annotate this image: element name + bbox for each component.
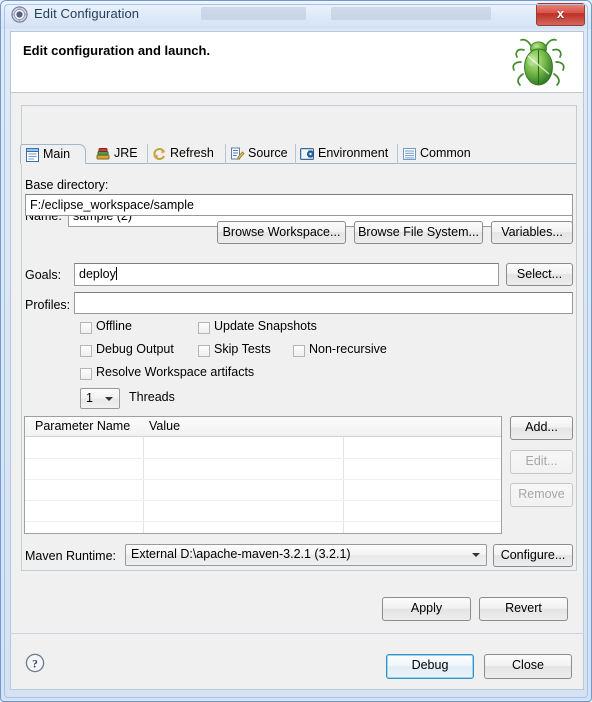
threads-label: Threads (129, 390, 175, 404)
text-caret (115, 267, 117, 280)
close-window-button[interactable]: x (536, 3, 585, 26)
svg-text:?: ? (32, 658, 38, 670)
resolve-workspace-artifacts-checkbox[interactable] (80, 368, 92, 380)
tab-common-label: Common (420, 146, 471, 160)
threads-value: 1 (86, 391, 93, 405)
threads-select[interactable]: 1 (80, 388, 120, 409)
environment-icon (300, 147, 315, 161)
goals-label: Goals: (25, 268, 62, 282)
update-snapshots-checkbox[interactable] (198, 322, 210, 334)
skip-tests-checkbox[interactable] (198, 345, 210, 357)
offline-checkbox[interactable] (80, 322, 92, 334)
edit-configuration-dialog: Edit Configuration x Edit configuration … (0, 0, 592, 702)
row-divider (25, 500, 501, 501)
tab-jre-label: JRE (114, 146, 138, 160)
dialog-header: Edit configuration and launch. (10, 31, 584, 93)
source-icon (230, 147, 245, 161)
tab-jre[interactable]: JRE (92, 144, 148, 164)
non-recursive-checkbox[interactable] (293, 345, 305, 357)
window-title: Edit Configuration (34, 6, 140, 21)
tab-environment[interactable]: Environment (296, 144, 398, 164)
revert-button[interactable]: Revert (479, 597, 568, 621)
jre-icon (96, 147, 111, 161)
row-divider (25, 458, 501, 459)
background-window-ghost (201, 7, 306, 20)
tab-common[interactable]: Common (398, 144, 476, 164)
select-goals-button[interactable]: Select... (506, 263, 573, 286)
green-bug-icon (509, 34, 567, 92)
header-title: Edit configuration and launch. (23, 43, 211, 58)
remove-parameter-button: Remove (510, 483, 573, 507)
configure-maven-button[interactable]: Configure... (493, 544, 573, 567)
row-divider (25, 479, 501, 480)
tab-main-label: Main (43, 147, 71, 161)
maven-runtime-select[interactable]: External D:\apache-maven-3.2.1 (3.2.1) (125, 544, 487, 566)
title-bar: Edit Configuration x (1, 1, 591, 29)
footer-separator (10, 633, 584, 634)
profiles-label: Profiles: (25, 298, 71, 312)
tab-source-label: Source (248, 146, 288, 160)
update-snapshots-label: Update Snapshots (214, 319, 317, 333)
chevron-down-icon (105, 396, 113, 401)
table-header-row: Parameter Name Value (25, 417, 501, 437)
tab-bar: Main JRE Refresh Source Environment Comm… (20, 144, 576, 164)
tab-refresh-label: Refresh (170, 146, 214, 160)
column-header-parameter-name: Parameter Name (35, 419, 131, 433)
tab-environment-label: Environment (318, 146, 389, 160)
debug-output-label: Debug Output (96, 342, 174, 356)
variables-button[interactable]: Variables... (491, 221, 573, 244)
debug-button[interactable]: Debug (386, 654, 474, 679)
maven-runtime-label: Maven Runtime: (25, 549, 117, 563)
skip-tests-label: Skip Tests (214, 342, 271, 356)
column-divider[interactable] (343, 437, 344, 533)
dialog-body: Name: sample (2) Base directory: F:/ecli… (10, 93, 584, 633)
eclipse-config-icon (11, 6, 28, 23)
row-divider (25, 521, 501, 522)
parameter-table[interactable]: Parameter Name Value (24, 416, 502, 534)
browse-file-system-button[interactable]: Browse File System... (354, 221, 483, 244)
common-icon (402, 147, 417, 161)
add-parameter-button[interactable]: Add... (510, 416, 573, 440)
debug-output-checkbox[interactable] (80, 345, 92, 357)
base-directory-label: Base directory: (25, 178, 109, 192)
profiles-input[interactable] (74, 292, 573, 314)
edit-parameter-button: Edit... (510, 450, 573, 474)
goals-value: deploy (79, 267, 116, 281)
tab-source[interactable]: Source (226, 144, 296, 164)
non-recursive-label: Non-recursive (309, 342, 387, 356)
chevron-down-icon (472, 553, 480, 557)
base-directory-input[interactable]: F:/eclipse_workspace/sample (25, 194, 573, 216)
main-page-icon (25, 148, 40, 162)
tab-main[interactable]: Main (20, 144, 86, 164)
maven-runtime-value: External D:\apache-maven-3.2.1 (3.2.1) (131, 547, 351, 561)
browse-workspace-button[interactable]: Browse Workspace... (217, 221, 346, 244)
goals-input[interactable]: deploy (74, 263, 499, 286)
close-button[interactable]: Close (484, 654, 572, 679)
background-window-ghost (331, 7, 491, 20)
apply-button[interactable]: Apply (382, 597, 471, 621)
refresh-icon (152, 147, 167, 161)
column-divider[interactable] (143, 437, 144, 533)
offline-label: Offline (96, 319, 132, 333)
help-icon[interactable]: ? (25, 653, 45, 673)
resolve-workspace-artifacts-label: Resolve Workspace artifacts (96, 365, 255, 379)
tab-refresh[interactable]: Refresh (148, 144, 226, 164)
column-header-value: Value (149, 419, 181, 433)
close-icon: x (556, 6, 565, 21)
